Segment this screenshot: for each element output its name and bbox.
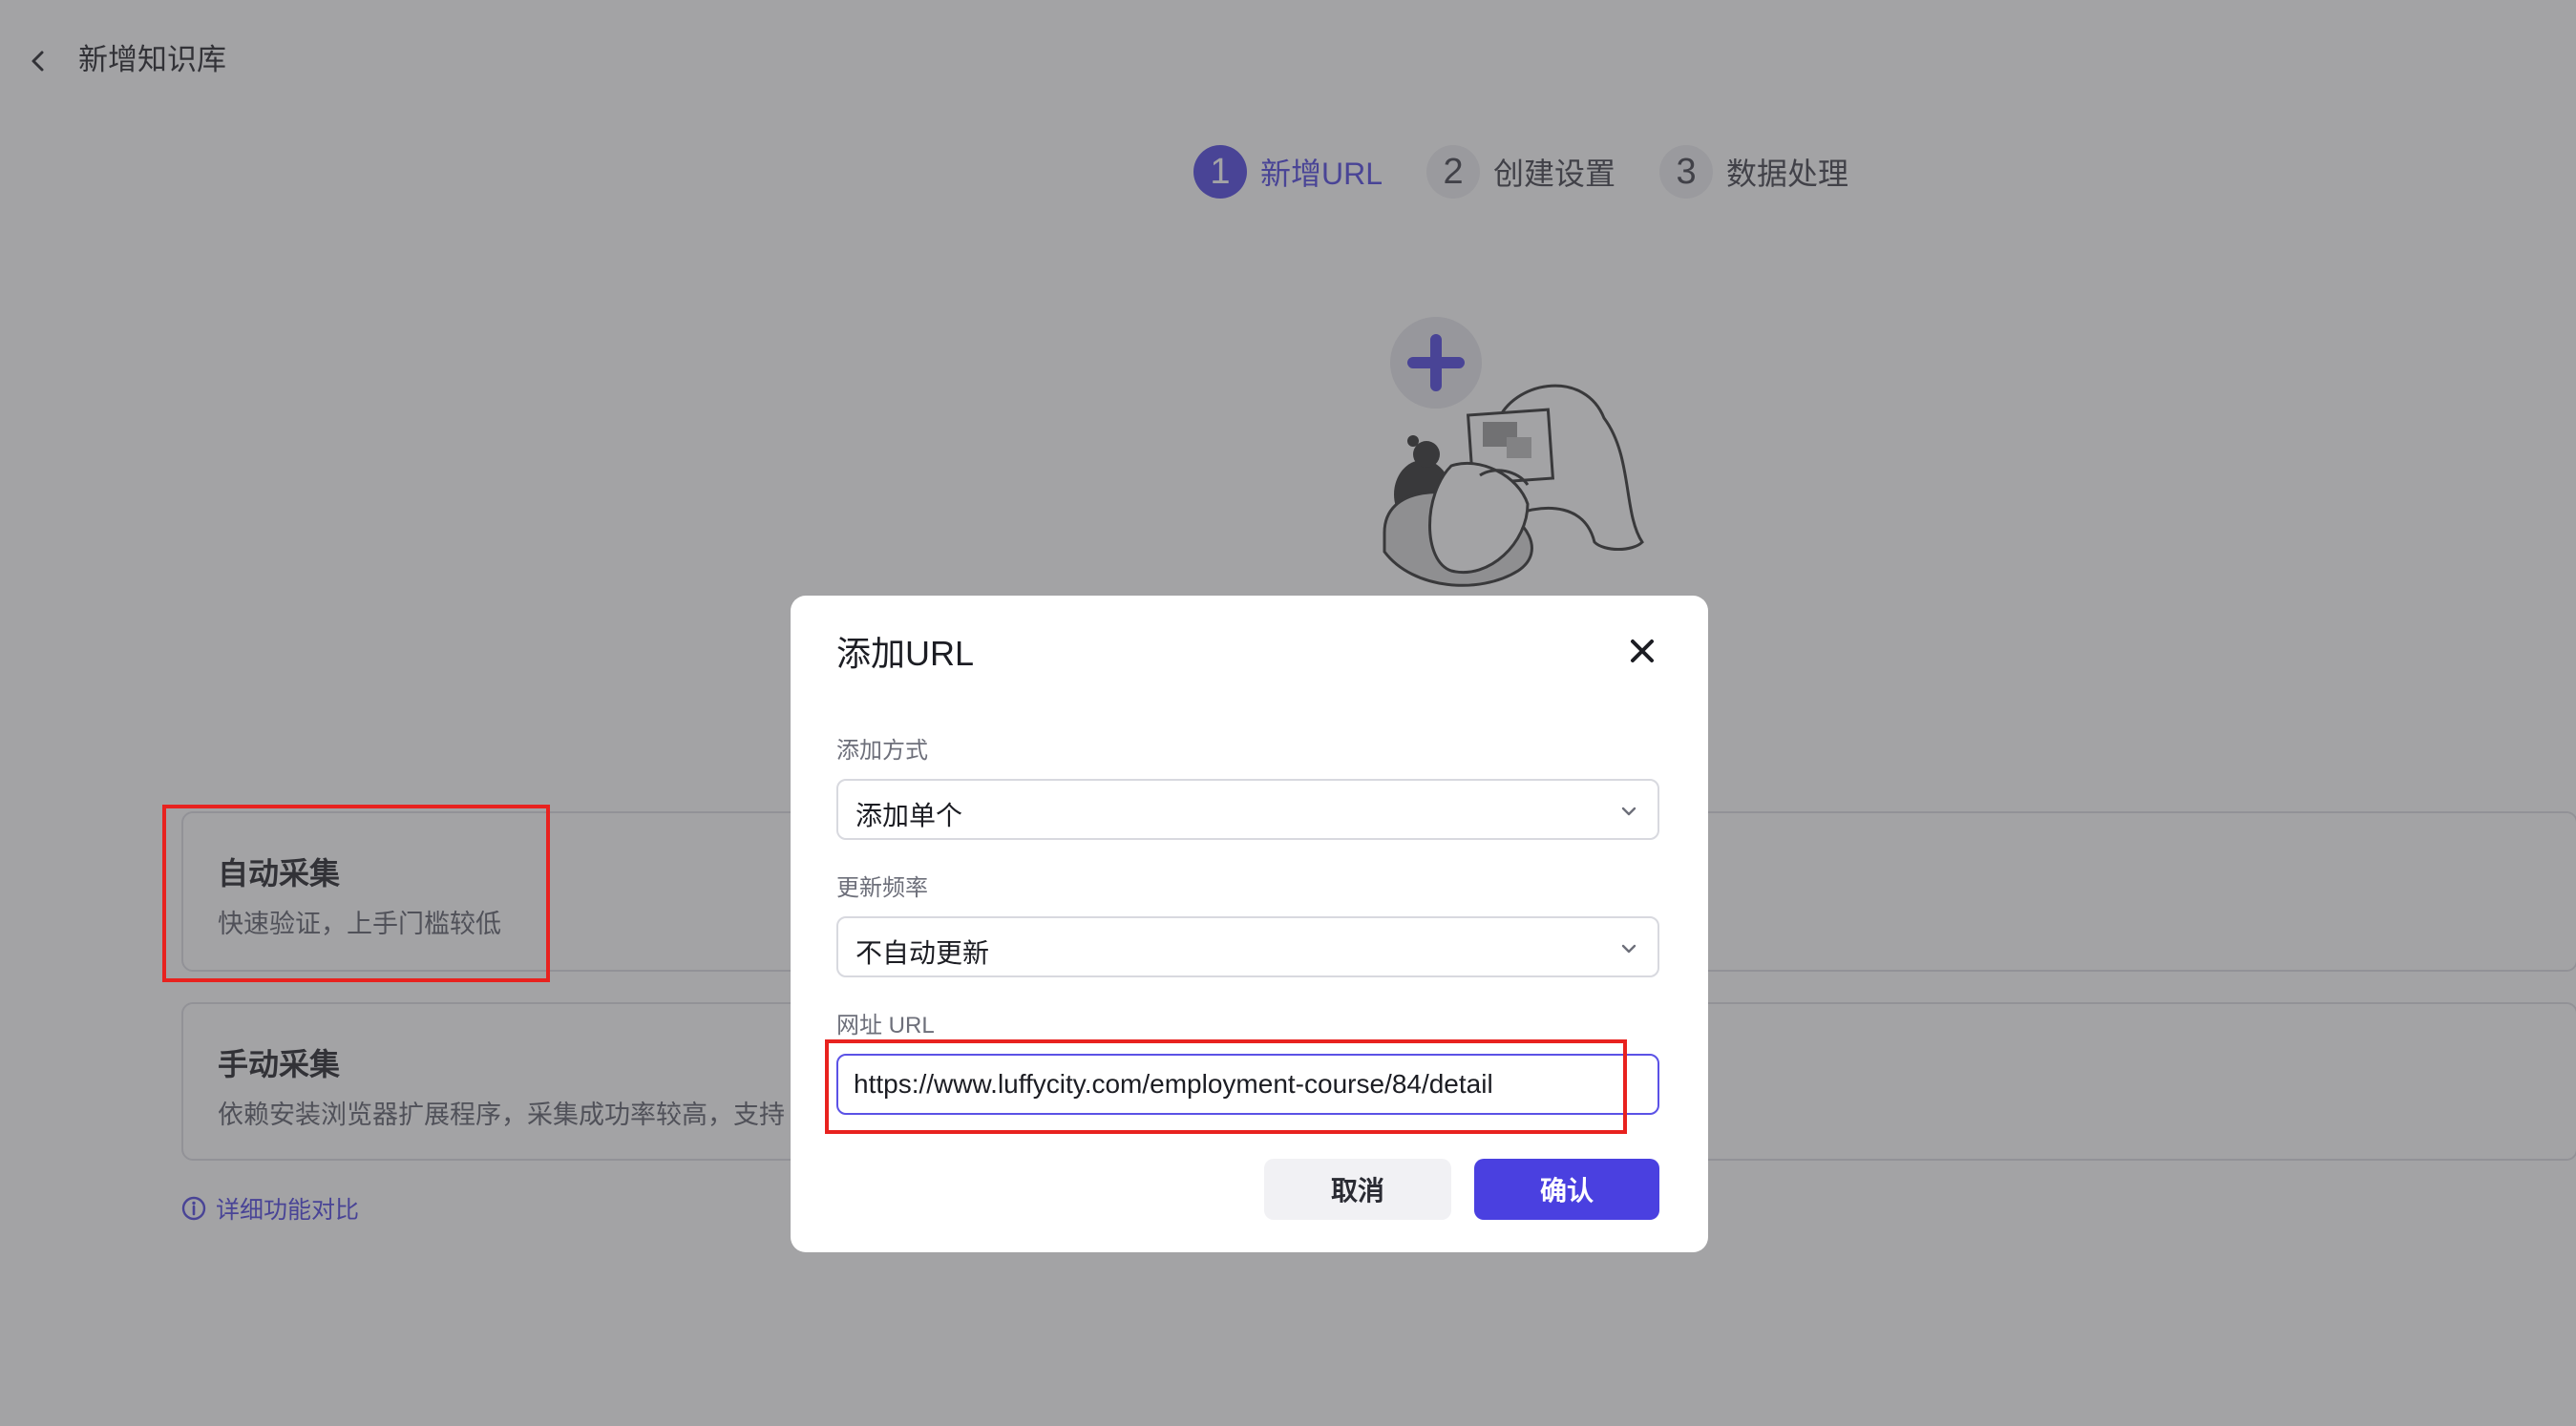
- select-value: 不自动更新: [855, 938, 990, 968]
- close-icon[interactable]: [1621, 630, 1663, 672]
- chevron-down-icon: [1621, 944, 1636, 954]
- url-input[interactable]: [836, 1054, 1659, 1115]
- add-method-select[interactable]: 添加单个: [836, 779, 1659, 840]
- update-frequency-select[interactable]: 不自动更新: [836, 916, 1659, 977]
- add-url-dialog: 添加URL 添加方式 添加单个 更新频率 不自动更新 网址 URL 取消 确认: [791, 596, 1708, 1252]
- confirm-button[interactable]: 确认: [1474, 1159, 1659, 1220]
- url-label: 网址 URL: [836, 1013, 935, 1038]
- method-label: 添加方式: [836, 738, 928, 764]
- cancel-button[interactable]: 取消: [1264, 1159, 1451, 1220]
- frequency-label: 更新频率: [836, 875, 928, 901]
- chevron-down-icon: [1621, 807, 1636, 816]
- select-value: 添加单个: [855, 801, 963, 830]
- dialog-title: 添加URL: [836, 634, 975, 673]
